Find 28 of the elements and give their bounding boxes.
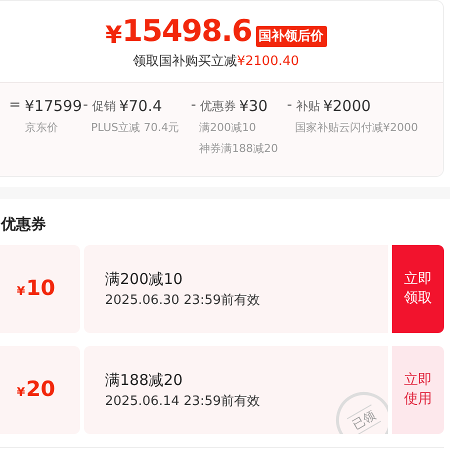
breakdown-note: 神券满188减20 — [198, 141, 279, 157]
coupon-value: ¥10 — [0, 245, 80, 333]
breakdown-amount: ¥2000 — [323, 96, 371, 116]
operator-sign: - — [83, 96, 88, 116]
coupon-validity: 2025.06.30 23:59前有效 — [105, 292, 260, 310]
breakdown-amount: ¥30 — [239, 96, 268, 116]
coupon-condition: 满188减20 — [105, 370, 184, 390]
operator-sign: - — [287, 96, 292, 116]
breakdown-note: 京东价 — [24, 120, 59, 136]
coupon-value: ¥20 — [0, 346, 80, 434]
section-title: 优惠券 — [1, 214, 47, 234]
final-price: ¥15498.6 — [105, 13, 252, 51]
subsidy-note: 领取国补购买立减¥2100.40 — [132, 53, 300, 71]
breakdown-label: 补贴 — [296, 98, 320, 115]
breakdown-label: 促销 — [92, 98, 116, 115]
coupon-condition: 满200减10 — [105, 268, 184, 290]
operator-sign: = — [9, 96, 21, 116]
breakdown-label: 优惠券 — [200, 98, 236, 115]
breakdown-amount: ¥70.4 — [119, 96, 162, 116]
coupon-action-button[interactable]: 立即领取 — [392, 245, 444, 333]
breakdown-note: PLUS立减 70.4元 — [90, 120, 180, 136]
coupon-action-button[interactable]: 立即使用 — [392, 346, 444, 434]
breakdown-amount: ¥17599 — [24, 96, 82, 116]
breakdown-note: 满200减10 — [198, 120, 257, 136]
coupon-validity: 2025.06.14 23:59前有效 — [105, 393, 260, 411]
price-tag: 国补领后价 — [256, 26, 327, 47]
operator-sign: - — [191, 96, 196, 116]
breakdown-note: 国家补贴云闪付减¥2000 — [294, 120, 419, 136]
